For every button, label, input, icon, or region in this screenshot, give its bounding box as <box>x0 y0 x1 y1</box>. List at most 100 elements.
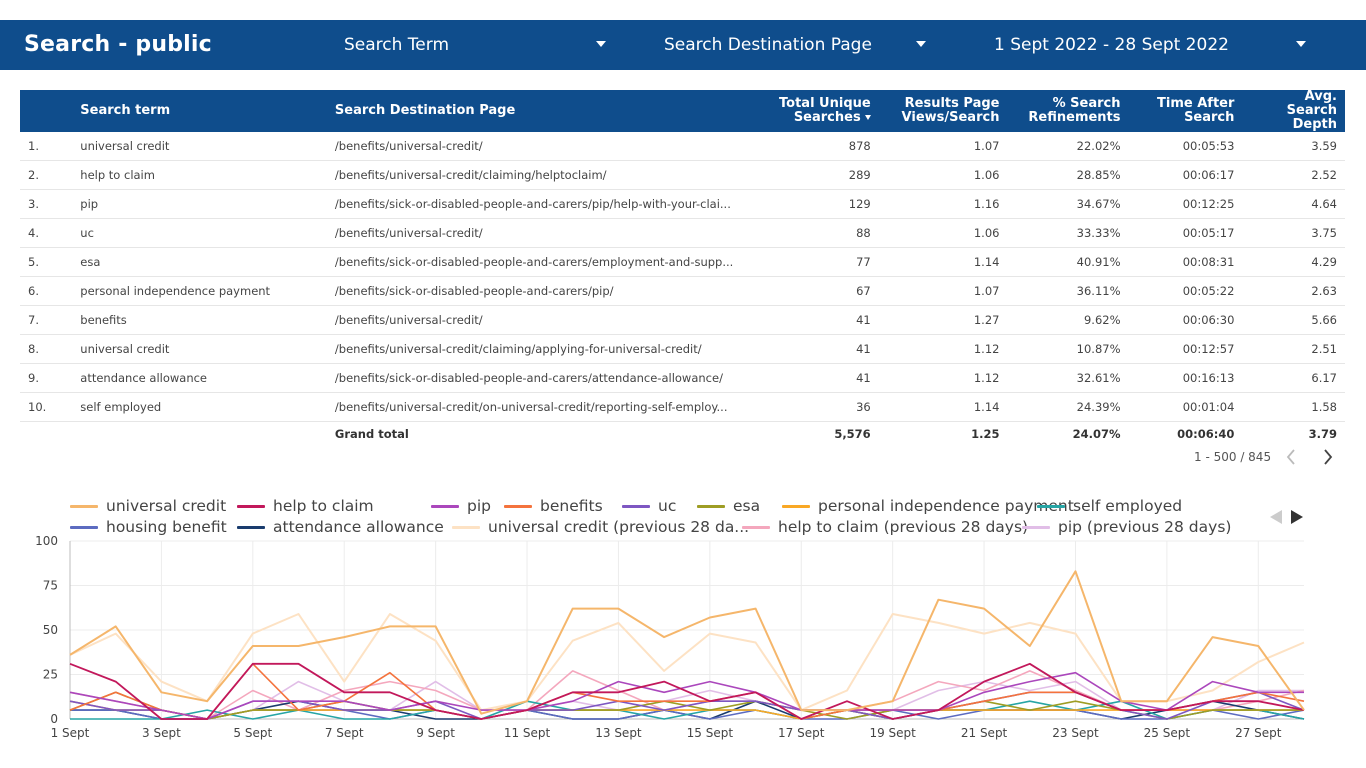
table-row[interactable]: 1. universal credit/benefits/universal-cr… <box>20 132 1345 161</box>
x-tick-label: 15 Sept <box>687 726 734 740</box>
legend-swatch <box>1022 526 1050 529</box>
col-search-term[interactable]: Search term <box>72 90 327 132</box>
row-avg-search-depth: 4.64 <box>1242 189 1345 219</box>
table-row[interactable]: 2. help to claim/benefits/universal-credi… <box>20 160 1345 190</box>
destination-filter[interactable]: Search Destination Page <box>664 20 929 70</box>
row-search-term: esa <box>72 247 327 277</box>
row-avg-search-depth: 6.17 <box>1242 363 1345 393</box>
row-index: 3. <box>20 189 73 219</box>
row-search-term: benefits <box>72 305 327 335</box>
col-time-after-search[interactable]: Time After Search <box>1129 90 1243 132</box>
row-total-unique-searches: 67 <box>754 276 879 306</box>
date-range-label: 1 Sept 2022 - 28 Sept 2022 <box>994 35 1229 55</box>
row-search-refinements: 36.11% <box>1007 276 1129 306</box>
row-time-after-search: 00:05:22 <box>1128 276 1243 306</box>
table-row[interactable]: 7. benefits/benefits/universal-credit/41 1… <box>20 305 1345 335</box>
search-term-filter-label: Search Term <box>344 35 450 55</box>
total-refinements: 24.07% <box>1072 427 1121 441</box>
row-time-after-search: 00:12:57 <box>1128 334 1243 364</box>
row-index: 1. <box>20 132 73 161</box>
row-destination-page: /benefits/sick-or-disabled-people-and-ca… <box>326 247 755 277</box>
col-search-refinements[interactable]: % Search Refinements <box>1007 90 1128 132</box>
chevron-right-icon[interactable] <box>1321 448 1335 469</box>
legend-label: esa <box>733 497 761 515</box>
row-total-unique-searches: 36 <box>754 392 879 422</box>
row-index: 5. <box>20 247 73 277</box>
search-term-filter[interactable]: Search Term <box>344 20 609 70</box>
row-time-after-search: 00:06:30 <box>1128 305 1243 335</box>
row-search-refinements: 32.61% <box>1007 363 1129 393</box>
row-search-refinements: 10.87% <box>1007 334 1129 364</box>
row-total-unique-searches: 41 <box>754 334 879 364</box>
legend-label: self employed <box>1073 497 1183 515</box>
chevron-down-icon <box>916 41 926 47</box>
row-total-unique-searches: 77 <box>754 247 879 277</box>
col-results-page-views[interactable]: Results Page Views/Search <box>879 90 1008 132</box>
searches-line-chart: 0 25 50 75 100 1 Sept 3 Sept 5 Sept 7 Sept 9 Sept… <box>35 534 1305 740</box>
row-results-page-views: 1.07 <box>878 276 1008 306</box>
col-total-unique-searches[interactable]: Total Unique Searches <box>755 90 879 132</box>
row-search-term: personal independence payment <box>72 276 327 306</box>
col-destination-page[interactable]: Search Destination Page <box>327 90 755 132</box>
chevron-left-icon[interactable] <box>1284 448 1298 469</box>
x-tick-label: 19 Sept <box>869 726 916 740</box>
search-table: Search term Search Destination Page Tota… <box>20 90 1345 446</box>
legend-next-icon[interactable] <box>1289 509 1305 528</box>
row-destination-page: /benefits/sick-or-disabled-people-and-ca… <box>326 189 755 219</box>
table-row[interactable]: 4. uc/benefits/universal-credit/88 1.06 33.… <box>20 218 1345 248</box>
table-row[interactable]: 5. esa/benefits/sick-or-disabled-people-a… <box>20 247 1345 277</box>
total-depth: 3.79 <box>1308 427 1337 441</box>
row-total-unique-searches: 88 <box>754 218 879 248</box>
col-index <box>20 90 72 132</box>
sort-desc-icon <box>864 115 871 120</box>
row-avg-search-depth: 4.29 <box>1242 247 1345 277</box>
date-range-picker[interactable]: 1 Sept 2022 - 28 Sept 2022 <box>994 20 1309 70</box>
x-tick-label: 11 Sept <box>504 726 551 740</box>
legend-swatch <box>431 505 459 508</box>
row-avg-search-depth: 5.66 <box>1242 305 1345 335</box>
legend-prev-icon[interactable] <box>1268 509 1284 528</box>
row-time-after-search: 00:05:53 <box>1128 132 1243 161</box>
row-index: 6. <box>20 276 73 306</box>
legend-swatch <box>237 505 265 508</box>
x-tick-label: 13 Sept <box>595 726 642 740</box>
table-row[interactable]: 6. personal independence payment/benefits… <box>20 276 1345 306</box>
total-views: 1.25 <box>971 427 1000 441</box>
col-avg-search-depth[interactable]: Avg. Search Depth <box>1242 90 1345 132</box>
row-search-term: universal credit <box>72 132 327 161</box>
row-index: 7. <box>20 305 73 335</box>
row-destination-page: /benefits/universal-credit/ <box>326 305 755 335</box>
row-total-unique-searches: 41 <box>754 363 879 393</box>
row-search-refinements: 28.85% <box>1007 160 1129 190</box>
row-index: 9. <box>20 363 73 393</box>
grand-total-row: Grand total 5,576 1.25 24.07% 00:06:40 3.79 <box>20 422 1345 447</box>
table-row[interactable]: 3. pip/benefits/sick-or-disabled-people-a… <box>20 189 1345 219</box>
row-search-term: self employed <box>72 392 327 422</box>
row-results-page-views: 1.27 <box>878 305 1008 335</box>
row-results-page-views: 1.16 <box>878 189 1008 219</box>
row-search-refinements: 24.39% <box>1007 392 1129 422</box>
legend-swatch <box>742 526 770 529</box>
x-tick-label: 9 Sept <box>416 726 455 740</box>
table-row[interactable]: 8. universal credit/benefits/universal-cr… <box>20 334 1345 364</box>
table-row[interactable]: 9. attendance allowance/benefits/sick-or-… <box>20 363 1345 393</box>
row-results-page-views: 1.12 <box>878 334 1008 364</box>
x-tick-label: 21 Sept <box>961 726 1008 740</box>
legend-swatch <box>697 505 725 508</box>
total-blank <box>72 422 327 447</box>
col-total-unique-searches-label: Total Unique Searches <box>779 96 871 125</box>
x-tick-label: 3 Sept <box>142 726 181 740</box>
row-results-page-views: 1.12 <box>878 363 1008 393</box>
report-title: Search - public <box>24 32 212 57</box>
legend-swatch <box>452 526 480 529</box>
y-tick-label: 0 <box>50 712 58 726</box>
row-destination-page: /benefits/universal-credit/claiming/help… <box>326 160 755 190</box>
row-avg-search-depth: 3.59 <box>1242 132 1345 161</box>
legend-swatch <box>70 505 98 508</box>
y-tick-label: 25 <box>43 668 58 682</box>
legend-label: universal credit <box>106 497 227 515</box>
table-row[interactable]: 10. self employed/benefits/universal-cred… <box>20 392 1345 422</box>
legend-label: pip <box>467 497 491 515</box>
legend-swatch <box>237 526 265 529</box>
legend-swatch <box>504 505 532 508</box>
